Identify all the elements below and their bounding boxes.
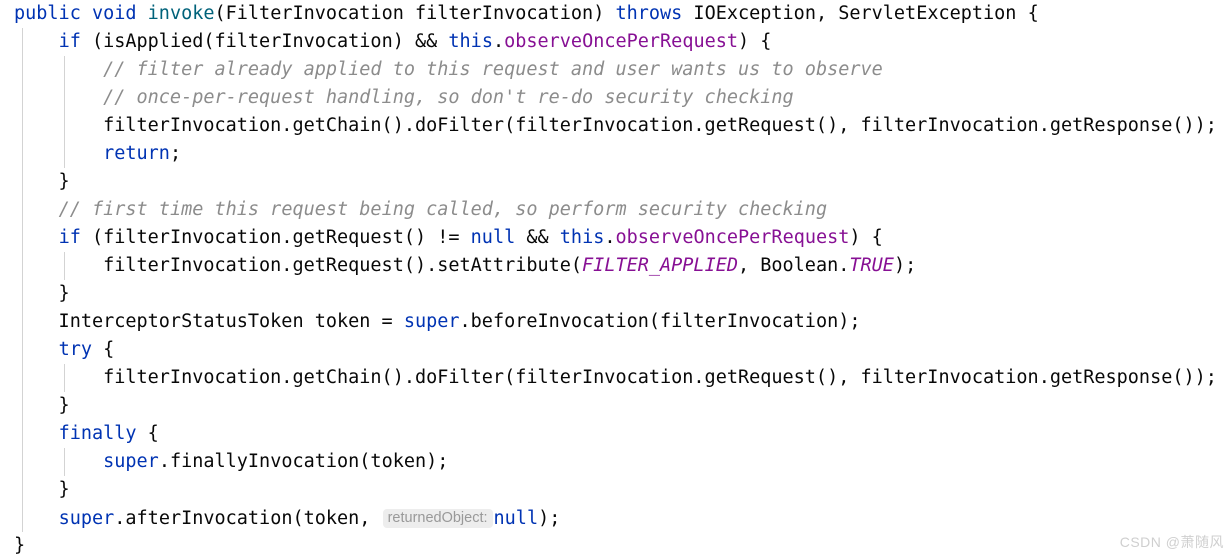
- code-token: InterceptorStatusToken token =: [14, 311, 404, 332]
- comment-token: // filter already applied to this reques…: [103, 59, 883, 80]
- code-token: }: [14, 395, 70, 416]
- code-line[interactable]: }: [14, 168, 70, 196]
- comment-token: // once-per-request handling, so don't r…: [103, 87, 794, 108]
- field-token: observeOncePerRequest: [615, 227, 850, 248]
- code-line[interactable]: }: [14, 392, 70, 420]
- keyword-token: if: [58, 227, 81, 248]
- code-line[interactable]: // once-per-request handling, so don't r…: [14, 84, 794, 112]
- code-token: );: [893, 255, 917, 276]
- code-token: .afterInvocation(token,: [114, 508, 382, 529]
- code-token: .finallyInvocation(token);: [158, 451, 449, 472]
- keyword-token: super: [58, 508, 115, 529]
- code-content[interactable]: public void invoke(FilterInvocation filt…: [0, 0, 1232, 560]
- code-line[interactable]: }: [14, 532, 25, 560]
- code-line[interactable]: super.afterInvocation(token, returnedObj…: [14, 504, 561, 532]
- code-token: .: [492, 31, 505, 52]
- code-token: }: [14, 479, 70, 500]
- code-token: }: [14, 171, 70, 192]
- keyword-token: public: [14, 3, 81, 24]
- static-field-token: TRUE: [849, 255, 894, 276]
- keyword-token: return: [103, 143, 170, 164]
- code-line[interactable]: try {: [14, 336, 115, 364]
- code-line[interactable]: public void invoke(FilterInvocation filt…: [14, 0, 1039, 28]
- code-token: IOException, ServletException {: [682, 3, 1039, 24]
- code-line[interactable]: if (filterInvocation.getRequest() != nul…: [14, 224, 883, 252]
- code-token: .: [604, 227, 616, 248]
- code-line[interactable]: if (isApplied(filterInvocation) && this.…: [14, 28, 772, 56]
- csdn-watermark: CSDN @萧随风: [1119, 534, 1224, 550]
- code-line[interactable]: return;: [14, 140, 181, 168]
- code-line[interactable]: // first time this request being called,…: [14, 196, 828, 224]
- code-line[interactable]: }: [14, 476, 70, 504]
- keyword-token: if: [58, 31, 81, 52]
- keyword-token: null: [493, 508, 539, 529]
- code-line[interactable]: }: [14, 280, 70, 308]
- code-token: ) {: [849, 227, 883, 248]
- keyword-token: this: [448, 31, 493, 52]
- code-token: {: [91, 339, 115, 360]
- keyword-token: void: [91, 3, 137, 24]
- code-line[interactable]: super.finallyInvocation(token);: [14, 448, 448, 476]
- code-token: filterInvocation.getRequest().setAttribu…: [14, 255, 583, 276]
- code-line[interactable]: finally {: [14, 420, 159, 448]
- code-token: , Boolean.: [737, 255, 850, 276]
- code-token: ) {: [738, 31, 772, 52]
- code-token: }: [14, 535, 26, 556]
- keyword-token: this: [559, 227, 605, 248]
- inline-parameter-hint[interactable]: returnedObject:: [382, 509, 493, 528]
- keyword-token: try: [58, 339, 92, 360]
- keyword-token: finally: [58, 423, 137, 444]
- code-token: (FilterInvocation filterInvocation): [214, 3, 616, 24]
- keyword-token: super: [403, 311, 460, 332]
- code-token: filterInvocation.getChain().doFilter(fil…: [14, 367, 1217, 388]
- code-token: (isApplied(filterInvocation) &&: [80, 31, 449, 52]
- keyword-token: throws: [615, 3, 683, 24]
- code-token: }: [14, 283, 70, 304]
- keyword-token: null: [470, 227, 516, 248]
- static-field-token: FILTER_APPLIED: [582, 255, 738, 276]
- code-token: (filterInvocation.getRequest() !=: [80, 227, 471, 248]
- code-token: filterInvocation.getChain().doFilter(fil…: [14, 115, 1217, 136]
- comment-token: // first time this request being called,…: [58, 199, 828, 220]
- field-token: observeOncePerRequest: [504, 31, 739, 52]
- code-line[interactable]: filterInvocation.getChain().doFilter(fil…: [14, 364, 1217, 392]
- code-line[interactable]: // filter already applied to this reques…: [14, 56, 883, 84]
- code-line[interactable]: InterceptorStatusToken token = super.bef…: [14, 308, 861, 336]
- code-line[interactable]: filterInvocation.getRequest().setAttribu…: [14, 252, 916, 280]
- method-name-token: invoke: [147, 3, 215, 24]
- code-line[interactable]: filterInvocation.getChain().doFilter(fil…: [14, 112, 1217, 140]
- code-token: &&: [515, 227, 560, 248]
- keyword-token: super: [103, 451, 159, 472]
- code-editor-view: public void invoke(FilterInvocation filt…: [0, 0, 1232, 560]
- code-token: ;: [169, 143, 182, 164]
- code-token: {: [136, 423, 159, 444]
- code-token: .beforeInvocation(filterInvocation);: [459, 311, 861, 332]
- code-token: );: [538, 508, 561, 529]
